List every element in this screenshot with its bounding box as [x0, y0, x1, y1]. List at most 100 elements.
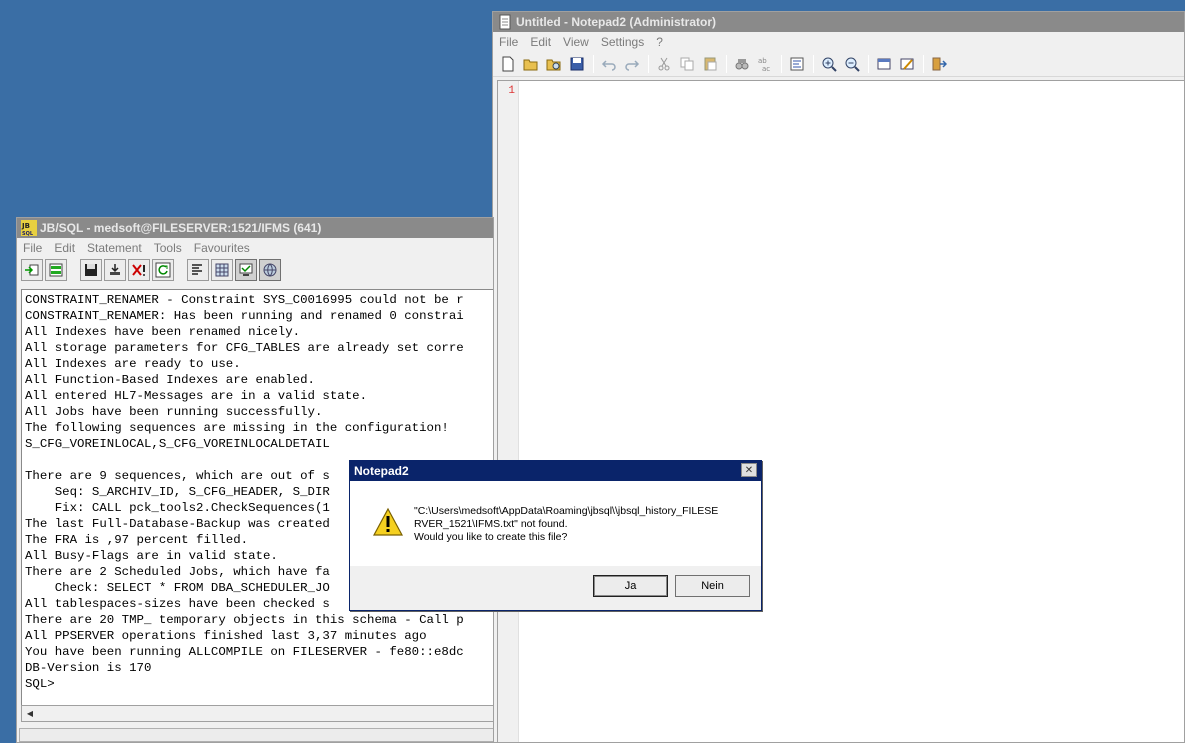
line-number: 1 — [508, 85, 515, 97]
warning-icon — [372, 507, 404, 536]
notepad-menu-edit[interactable]: Edit — [524, 35, 557, 49]
monitor-icon — [239, 263, 253, 276]
jbsql-titlebar[interactable]: JB SQL JB/SQL - medsoft@FILESERVER:1521/I… — [17, 218, 493, 238]
notepad2-toolbar: ab ac — [493, 51, 1184, 77]
browse-icon — [546, 59, 561, 70]
paste-button[interactable] — [699, 53, 721, 75]
toolbar-separator — [73, 261, 76, 279]
run-statement-button[interactable] — [21, 259, 43, 281]
jbsql-toolbar — [17, 257, 493, 283]
format-lines-icon — [192, 264, 202, 275]
toolbar-separator — [781, 54, 782, 73]
no-button[interactable]: Nein — [675, 575, 750, 597]
customize-scheme-button[interactable] — [896, 53, 918, 75]
replace-abc-icon: abac — [758, 57, 770, 72]
dialog-message-line: RVER_1521\IFMS.txt" not found. — [414, 518, 568, 530]
history-button[interactable] — [259, 259, 281, 281]
rollback-x-icon — [132, 264, 145, 276]
exit-button[interactable] — [928, 53, 950, 75]
dialog-title: Notepad2 — [354, 464, 409, 478]
pencil-edit-icon — [900, 58, 914, 70]
zoom-out-button[interactable] — [841, 53, 863, 75]
toolbar-separator — [868, 54, 869, 73]
file-not-found-dialog: Notepad2 ✕ "C:\Users\medsoft\AppData\Roa… — [349, 460, 762, 611]
toolbar-separator — [726, 54, 727, 73]
jbsql-menu-tools[interactable]: Tools — [148, 241, 188, 255]
dialog-message-line: Would you like to create this file? — [414, 531, 568, 543]
run-script-button[interactable] — [45, 259, 67, 281]
svg-text:ab: ab — [758, 57, 767, 65]
toolbar-separator — [923, 54, 924, 73]
new-button[interactable] — [497, 53, 519, 75]
scissors-icon — [658, 57, 670, 70]
open-button[interactable] — [520, 53, 542, 75]
browse-button[interactable] — [543, 53, 565, 75]
dialog-close-button[interactable]: ✕ — [741, 463, 757, 477]
find-button[interactable] — [731, 53, 753, 75]
scheme-button[interactable] — [873, 53, 895, 75]
jbsql-menu-statement[interactable]: Statement — [81, 241, 148, 255]
yes-button[interactable]: Ja — [593, 575, 668, 597]
notepad2-titlebar[interactable]: Untitled - Notepad2 (Administrator) — [493, 12, 1184, 32]
binoculars-icon — [735, 58, 749, 69]
paste-clipboard-icon — [704, 57, 717, 70]
notepad2-window: Untitled - Notepad2 (Administrator) File… — [492, 11, 1185, 743]
notepad2-title: Untitled - Notepad2 (Administrator) — [516, 15, 716, 29]
cut-button[interactable] — [653, 53, 675, 75]
redo-icon — [625, 59, 640, 71]
undo-icon — [601, 59, 616, 71]
copy-button[interactable] — [676, 53, 698, 75]
horizontal-scrollbar[interactable]: ◀ — [21, 705, 493, 722]
save-disk-icon — [570, 57, 584, 70]
dialog-body: "C:\Users\medsoft\AppData\Roaming\jbsql\… — [350, 481, 761, 566]
open-folder-icon — [523, 59, 538, 70]
dialog-message-line: "C:\Users\medsoft\AppData\Roaming\jbsql\… — [414, 505, 719, 517]
globe-icon — [263, 263, 277, 277]
jbsql-menu-file[interactable]: File — [17, 241, 48, 255]
jbsql-menu-edit[interactable]: Edit — [48, 241, 81, 255]
scroll-left-arrow-icon[interactable]: ◀ — [23, 707, 37, 720]
refresh-button[interactable] — [152, 259, 174, 281]
svg-text:JB: JB — [21, 222, 30, 230]
grid-icon — [215, 263, 229, 277]
replace-button[interactable]: ab ac — [754, 53, 776, 75]
redo-button[interactable] — [621, 53, 643, 75]
output-view-button[interactable] — [235, 259, 257, 281]
status-bar — [19, 728, 493, 742]
line-number-gutter: 1 — [498, 81, 519, 742]
zoom-out-icon — [845, 57, 860, 72]
save-button[interactable] — [80, 259, 102, 281]
commit-button[interactable] — [104, 259, 126, 281]
desktop: { "jbsql": { "title": "JB/SQL - medsoft@… — [0, 0, 1185, 743]
jbsql-menubar: File Edit Statement Tools Favourites — [17, 238, 493, 257]
editor-area[interactable]: 1 — [497, 80, 1184, 742]
undo-button[interactable] — [598, 53, 620, 75]
copy-icon — [680, 57, 694, 70]
toolbar-separator — [648, 54, 649, 73]
wordwrap-button[interactable] — [786, 53, 808, 75]
run-arrow-icon — [25, 264, 39, 276]
jbsql-app-icon: JBSQL — [21, 220, 37, 236]
format-button[interactable] — [187, 259, 209, 281]
jbsql-title: JB/SQL - medsoft@FILESERVER:1521/IFMS (6… — [40, 221, 322, 235]
run-script-icon — [49, 263, 63, 277]
save-button[interactable] — [566, 53, 588, 75]
toolbar-separator — [593, 54, 594, 73]
jbsql-menu-favourites[interactable]: Favourites — [188, 241, 256, 255]
wordwrap-icon — [790, 57, 804, 70]
notepad-menu-view[interactable]: View — [557, 35, 595, 49]
notepad-menu-settings[interactable]: Settings — [595, 35, 650, 49]
dialog-message: "C:\Users\medsoft\AppData\Roaming\jbsql\… — [414, 505, 744, 544]
new-file-icon — [502, 56, 514, 71]
rollback-button[interactable] — [128, 259, 150, 281]
svg-text:SQL: SQL — [22, 231, 34, 236]
scheme-table-icon — [877, 58, 891, 69]
notepad-menu-help[interactable]: ? — [650, 35, 669, 49]
notepad-menu-file[interactable]: File — [493, 35, 524, 49]
save-disk-icon — [85, 264, 97, 276]
zoom-in-button[interactable] — [818, 53, 840, 75]
exit-door-icon — [932, 57, 947, 70]
dialog-titlebar[interactable]: Notepad2 ✕ — [350, 461, 761, 481]
zoom-in-icon — [822, 57, 837, 72]
grid-view-button[interactable] — [211, 259, 233, 281]
